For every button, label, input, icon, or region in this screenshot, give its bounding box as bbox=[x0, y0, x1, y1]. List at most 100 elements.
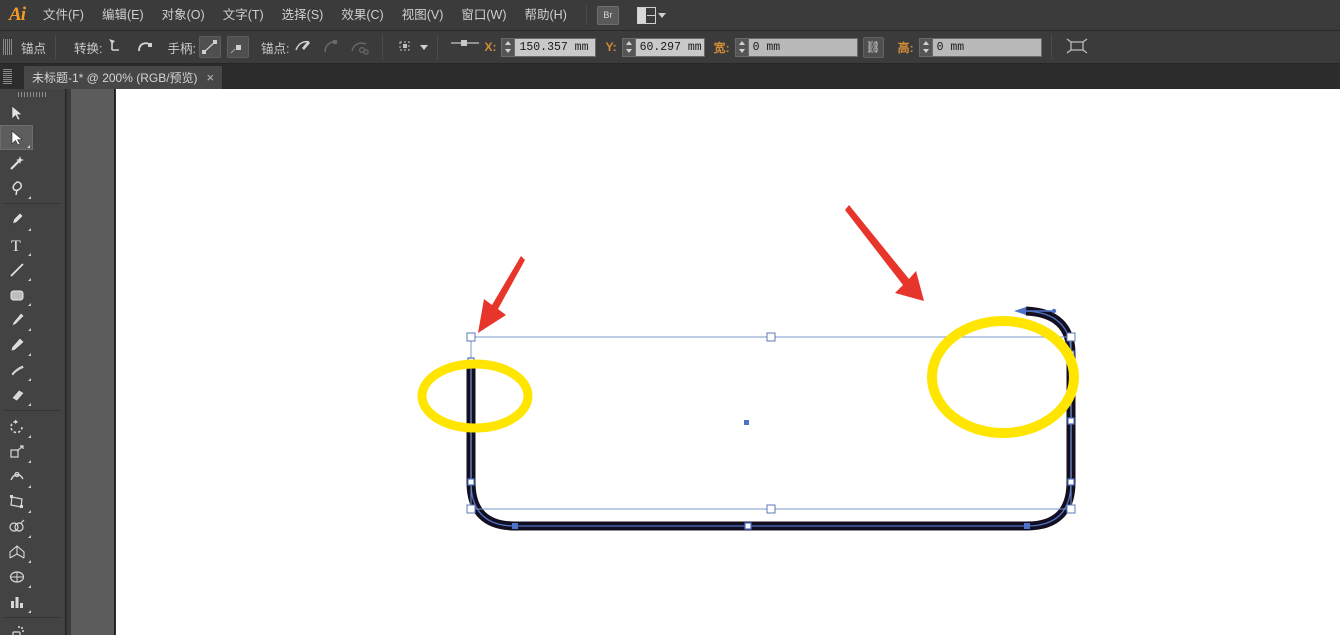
scale-tool[interactable] bbox=[0, 439, 33, 464]
tool-flyout-icon[interactable] bbox=[28, 560, 31, 563]
symbol-sprayer-tool[interactable] bbox=[0, 621, 33, 635]
x-spinner[interactable] bbox=[501, 38, 514, 57]
svg-text:T: T bbox=[11, 238, 21, 254]
type-tool[interactable]: T bbox=[0, 232, 33, 257]
width-spinner-down-icon[interactable] bbox=[739, 49, 745, 53]
rectangle-tool[interactable] bbox=[0, 282, 33, 307]
tool-flyout-icon[interactable] bbox=[28, 353, 31, 356]
line-segment-tool[interactable] bbox=[0, 257, 33, 282]
artboard-canvas[interactable] bbox=[116, 89, 1340, 635]
width-spinner[interactable] bbox=[735, 38, 748, 57]
y-spinner-up-icon[interactable] bbox=[626, 41, 632, 45]
menu-object[interactable]: 对象(O) bbox=[153, 0, 214, 31]
menu-view[interactable]: 视图(V) bbox=[393, 0, 453, 31]
tool-flyout-icon[interactable] bbox=[28, 253, 31, 256]
isolate-selected-object-icon[interactable] bbox=[1064, 36, 1086, 58]
height-input[interactable]: 0 mm bbox=[932, 38, 1042, 57]
bridge-button[interactable]: Br bbox=[597, 6, 619, 25]
height-spinner-up-icon[interactable] bbox=[923, 41, 929, 45]
height-field[interactable]: 0 mm bbox=[919, 38, 1042, 57]
height-spinner[interactable] bbox=[919, 38, 932, 57]
lasso-tool[interactable] bbox=[0, 175, 33, 200]
x-coordinate-field[interactable]: 150.357 mm bbox=[501, 38, 596, 57]
direct-selection-tool[interactable] bbox=[0, 125, 33, 150]
center-point bbox=[744, 420, 749, 425]
y-spinner[interactable] bbox=[622, 38, 635, 57]
tool-flyout-icon[interactable] bbox=[28, 435, 31, 438]
tool-flyout-icon[interactable] bbox=[28, 610, 31, 613]
y-spinner-down-icon[interactable] bbox=[626, 49, 632, 53]
arrange-documents-button[interactable] bbox=[637, 7, 666, 24]
cut-path-icon[interactable] bbox=[348, 36, 370, 58]
tool-flyout-icon[interactable] bbox=[27, 145, 30, 148]
tool-flyout-icon[interactable] bbox=[28, 460, 31, 463]
menu-window[interactable]: 窗口(W) bbox=[452, 0, 515, 31]
tool-flyout-icon[interactable] bbox=[28, 303, 31, 306]
convert-to-smooth-icon[interactable] bbox=[134, 36, 156, 58]
shape-builder-tool[interactable] bbox=[0, 514, 33, 539]
x-coordinate-label: X: bbox=[484, 40, 496, 54]
free-transform-tool[interactable] bbox=[0, 489, 33, 514]
add-anchor-point-icon[interactable] bbox=[292, 36, 314, 58]
tools-group-transform bbox=[0, 414, 65, 614]
tool-flyout-icon[interactable] bbox=[28, 585, 31, 588]
show-handles-icon[interactable] bbox=[199, 36, 221, 58]
app-logo: Ai bbox=[0, 0, 34, 31]
width-label: 宽: bbox=[714, 39, 730, 56]
paintbrush-tool[interactable] bbox=[0, 307, 33, 332]
panel-edge-strip bbox=[67, 89, 115, 635]
tool-flyout-icon[interactable] bbox=[28, 510, 31, 513]
height-spinner-down-icon[interactable] bbox=[923, 49, 929, 53]
hide-handles-icon[interactable] bbox=[227, 36, 249, 58]
tool-flyout-icon[interactable] bbox=[28, 378, 31, 381]
width-tool[interactable] bbox=[0, 464, 33, 489]
blob-brush-tool[interactable] bbox=[0, 357, 33, 382]
y-coordinate-input[interactable]: 60.297 mm bbox=[635, 38, 705, 57]
tool-flyout-icon[interactable] bbox=[28, 196, 31, 199]
pen-tool[interactable] bbox=[0, 207, 33, 232]
menu-divider bbox=[586, 5, 587, 25]
tool-flyout-icon[interactable] bbox=[28, 228, 31, 231]
width-spinner-up-icon[interactable] bbox=[739, 41, 745, 45]
perspective-grid-tool[interactable] bbox=[0, 539, 33, 564]
convert-to-corner-icon[interactable] bbox=[106, 36, 128, 58]
anchor-display-options-icon[interactable] bbox=[395, 36, 417, 58]
eraser-tool[interactable] bbox=[0, 382, 33, 407]
menu-type[interactable]: 文字(T) bbox=[214, 0, 273, 31]
control-bar-grip[interactable] bbox=[3, 39, 12, 55]
menu-select[interactable]: 选择(S) bbox=[273, 0, 333, 31]
remove-anchor-point-icon[interactable] bbox=[320, 36, 342, 58]
link-dimensions-button[interactable]: ⛓ bbox=[863, 37, 884, 58]
menu-edit[interactable]: 编辑(E) bbox=[93, 0, 153, 31]
width-field[interactable]: 0 mm bbox=[735, 38, 858, 57]
x-coordinate-input[interactable]: 150.357 mm bbox=[514, 38, 596, 57]
tools-panel-grip[interactable] bbox=[0, 89, 65, 100]
tab-bar-grip[interactable] bbox=[3, 69, 12, 85]
path-selection-highlight bbox=[471, 311, 1071, 526]
menu-help[interactable]: 帮助(H) bbox=[516, 0, 576, 31]
magic-wand-tool[interactable] bbox=[0, 150, 33, 175]
pencil-tool[interactable] bbox=[0, 332, 33, 357]
x-spinner-up-icon[interactable] bbox=[505, 41, 511, 45]
tool-flyout-icon[interactable] bbox=[28, 535, 31, 538]
menu-file[interactable]: 文件(F) bbox=[34, 0, 93, 31]
tool-flyout-icon[interactable] bbox=[28, 328, 31, 331]
x-spinner-down-icon[interactable] bbox=[505, 49, 511, 53]
mesh-tool[interactable] bbox=[0, 564, 33, 589]
y-coordinate-field[interactable]: 60.297 mm bbox=[622, 38, 705, 57]
column-graph-tool[interactable] bbox=[0, 589, 33, 614]
menu-effect[interactable]: 效果(C) bbox=[332, 0, 392, 31]
width-input[interactable]: 0 mm bbox=[748, 38, 858, 57]
height-label: 高: bbox=[898, 39, 914, 56]
anchor-options-chevron-icon[interactable] bbox=[420, 45, 428, 50]
chevron-down-icon bbox=[658, 13, 666, 18]
tool-flyout-icon[interactable] bbox=[28, 485, 31, 488]
tools-divider-3 bbox=[4, 617, 61, 618]
rotate-tool[interactable] bbox=[0, 414, 33, 439]
close-icon[interactable]: × bbox=[207, 71, 215, 84]
selection-tool[interactable] bbox=[0, 100, 33, 125]
tool-flyout-icon[interactable] bbox=[28, 403, 31, 406]
document-tab[interactable]: 未标题-1* @ 200% (RGB/预览) × bbox=[23, 65, 223, 89]
tool-flyout-icon[interactable] bbox=[28, 278, 31, 281]
convert-label: 转换: bbox=[74, 38, 102, 57]
